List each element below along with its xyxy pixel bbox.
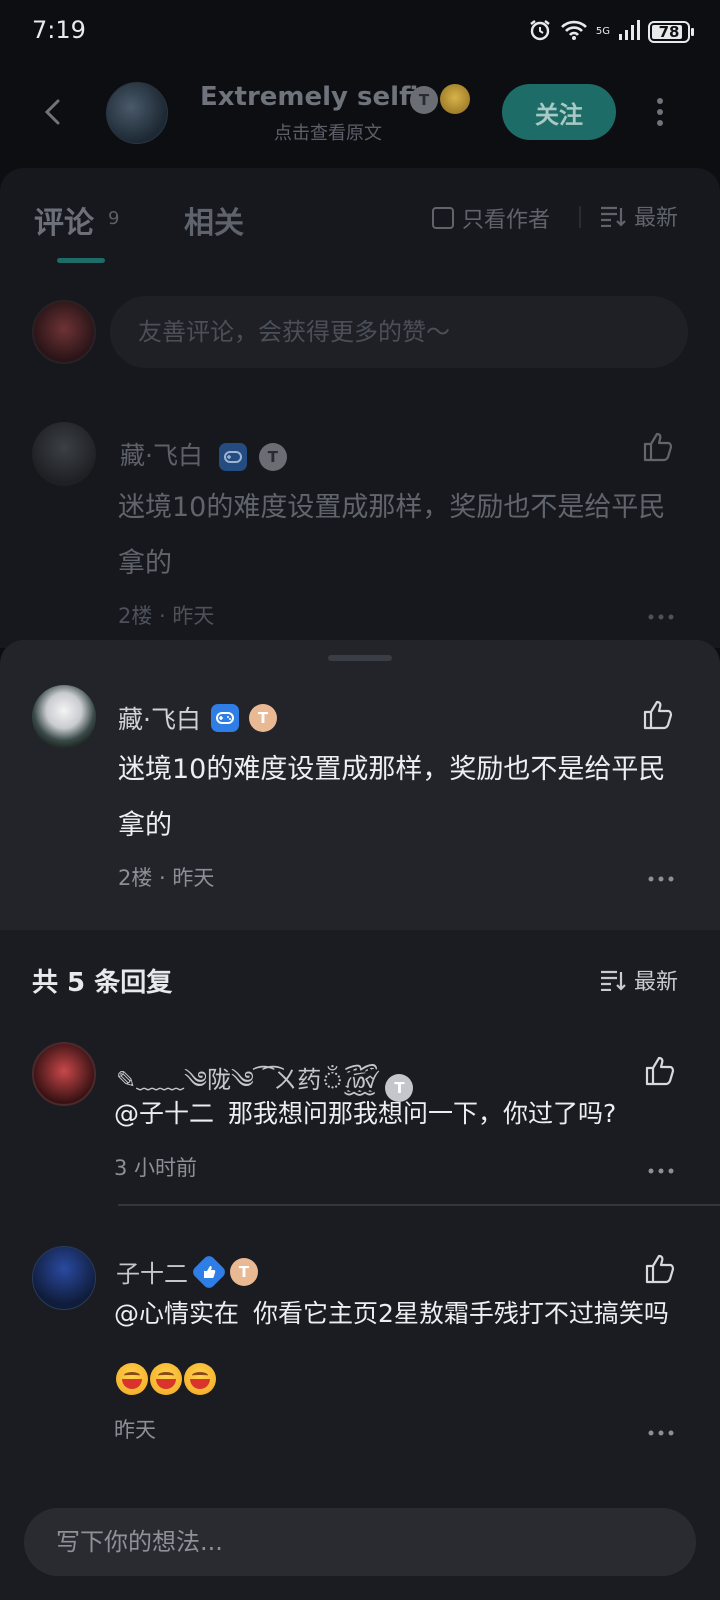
tab-related[interactable]: 相关 <box>184 198 244 242</box>
mention-link[interactable]: @子十二 <box>114 1099 214 1128</box>
comment-username[interactable]: 藏·飞白 T <box>120 436 287 472</box>
divider <box>579 206 581 228</box>
battery-icon: 78 <box>648 21 694 43</box>
sort-button[interactable]: 最新 <box>600 964 678 996</box>
like-icon[interactable] <box>642 700 674 734</box>
comment-floor: 2楼 <box>118 866 153 890</box>
reply-text: @心情实在 你看它主页2星敖霜手残打不过搞笑吗 <box>114 1282 694 1410</box>
comment-meta: 2楼 · 昨天 <box>118 866 215 890</box>
tab-comments[interactable]: 评论 <box>34 198 94 242</box>
alarm-icon <box>528 18 552 46</box>
status-icons: 5G 78 <box>528 18 694 46</box>
reply-body: 那我想问那我想问一下，你过了吗? <box>228 1099 617 1128</box>
comment-text: 迷境10的难度设置成那样，奖励也不是给平民拿的 <box>118 754 666 841</box>
comment-avatar[interactable] <box>32 685 96 749</box>
replies-sheet: 藏·飞白 T 迷境10的难度设置成那样，奖励也不是给平民拿的 2楼 · 昨天 共… <box>0 640 720 1600</box>
comments-panel: 评论 9 相关 只看作者 最新 友善评论，会获得更多的赞～ 藏·飞白 T 迷境1… <box>0 168 720 648</box>
author-avatar[interactable] <box>106 82 168 144</box>
sort-icon <box>601 970 626 991</box>
like-icon[interactable] <box>644 1056 676 1090</box>
more-options-icon[interactable] <box>640 92 680 132</box>
more-dots-icon[interactable] <box>648 606 674 625</box>
status-bar: 7:19 5G 78 <box>0 0 720 64</box>
follow-button[interactable]: 关注 <box>502 84 616 140</box>
signal-icon <box>618 19 640 45</box>
comment-text: 迷境10的难度设置成那样，奖励也不是给平民拿的 <box>118 492 666 579</box>
gamepad-icon <box>218 443 247 471</box>
reply-avatar[interactable] <box>32 1246 96 1310</box>
back-button[interactable] <box>28 86 80 138</box>
comment-username-text: 藏·飞白 <box>118 705 201 734</box>
author-emoji-badge <box>440 84 470 114</box>
grin-emoji-icon <box>184 1363 216 1395</box>
author-level-badge: T <box>410 86 438 114</box>
reply-time: 昨天 <box>114 1418 156 1442</box>
grin-emoji-icon <box>116 1363 148 1395</box>
author-only-label: 只看作者 <box>462 208 551 233</box>
level-badge: T <box>248 704 277 732</box>
wifi-icon <box>560 19 588 45</box>
more-dots-icon[interactable] <box>648 1422 674 1441</box>
level-badge: T <box>258 443 287 471</box>
reply-divider <box>118 1204 720 1206</box>
like-icon[interactable] <box>644 1254 676 1288</box>
view-original-link[interactable]: 点击查看原文 <box>274 119 382 145</box>
comments-count: 9 <box>108 208 120 229</box>
top-nav: Extremely selfi T 点击查看原文 关注 <box>0 64 720 160</box>
back-arrow-icon <box>44 99 60 125</box>
battery-level: 78 <box>658 23 680 41</box>
comment-username[interactable]: 藏·飞白 T <box>118 700 277 736</box>
sort-label: 最新 <box>634 206 679 231</box>
comment-input[interactable]: 友善评论，会获得更多的赞～ <box>110 296 688 368</box>
comment-avatar[interactable] <box>32 422 96 486</box>
active-tab-indicator <box>57 258 105 263</box>
sort-icon <box>601 206 626 227</box>
reply-text: @子十二 那我想问那我想问一下，你过了吗? <box>114 1082 694 1146</box>
gamepad-icon <box>210 704 239 732</box>
grin-emoji-icon <box>150 1363 182 1395</box>
reply-time: 3 小时前 <box>114 1156 198 1180</box>
like-icon[interactable] <box>642 432 674 466</box>
replies-section: 共 5 条回复 最新 ✎﹏﹏༄陇༄⁀͡ㄨ药ঁ꫞ T @子十二 那我想问那我想问一下… <box>0 930 720 1600</box>
more-dots-icon[interactable] <box>648 868 674 887</box>
checkbox-icon <box>432 207 454 229</box>
comment-floor: 2楼 <box>118 604 153 628</box>
mention-link[interactable]: @心情实在 <box>114 1299 239 1328</box>
sort-label: 最新 <box>634 970 679 995</box>
reply-body: 你看它主页2星敖霜手残打不过搞笑吗 <box>253 1299 669 1328</box>
comment-time: 昨天 <box>172 866 215 890</box>
network-type: 5G <box>595 26 610 37</box>
comment-username-text: 藏·飞白 <box>120 441 203 470</box>
sheet-grabber[interactable] <box>328 655 392 661</box>
author-only-toggle[interactable]: 只看作者 <box>432 202 550 234</box>
comment-meta: 2楼 · 昨天 <box>118 604 215 628</box>
sort-button-dim[interactable]: 最新 <box>600 200 678 232</box>
my-avatar <box>32 300 96 364</box>
replies-count-title: 共 5 条回复 <box>32 968 173 998</box>
reply-input[interactable]: 写下你的想法... <box>24 1508 696 1576</box>
comment-time: 昨天 <box>172 604 215 628</box>
more-dots-icon[interactable] <box>648 1160 674 1179</box>
author-name[interactable]: Extremely selfi <box>200 82 418 112</box>
reply-avatar[interactable] <box>32 1042 96 1106</box>
status-time: 7:19 <box>32 16 86 44</box>
